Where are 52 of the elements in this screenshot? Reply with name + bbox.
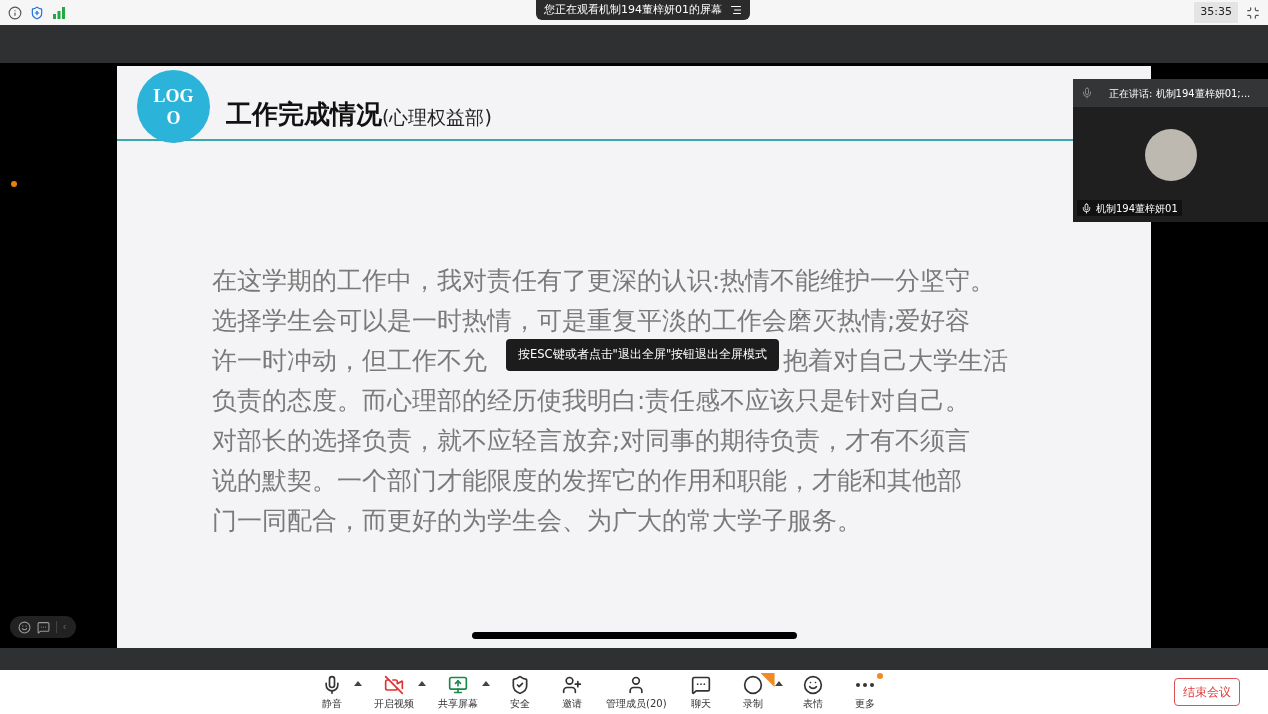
slide-text-line: 负责的态度。而心理部的经历使我明白:责任感不应该只是针对自己。	[212, 384, 971, 417]
avatar	[1144, 129, 1197, 181]
slide-text-line: 许一时冲动，但工作不允	[212, 344, 487, 377]
exit-fullscreen-icon[interactable]	[1246, 5, 1260, 20]
slide-text-line: 在这学期的工作中，我对责任有了更深的认识:热情不能维护一分坚守。	[212, 264, 996, 297]
caret-icon[interactable]	[418, 681, 426, 686]
caret-icon[interactable]	[354, 681, 362, 686]
speaking-label: 正在讲话: 机制194董梓妍01;...	[1109, 86, 1251, 101]
microphone-icon	[1081, 202, 1092, 214]
slide-text-line: 门一同配合，而更好的为学生会、为广大的常大学子服务。	[212, 504, 862, 537]
record-icon	[742, 675, 763, 695]
signal-icon	[52, 6, 66, 19]
slide-text-line: 说的默契。一个部门才能限度的发挥它的作用和职能，才能和其他部	[212, 464, 962, 497]
shield-icon[interactable]	[30, 5, 44, 20]
more-icon	[855, 683, 874, 687]
menu-icon[interactable]	[730, 4, 742, 16]
slide-text-line: 对部长的选择负责，就不应轻言放弃;对同事的期待负责，才有不须言	[212, 424, 971, 457]
tooltip-text: 按ESC键或者点击"退出全屏"按钮退出全屏模式	[518, 346, 768, 364]
toolbar-button[interactable]: 邀请	[550, 673, 594, 711]
info-icon[interactable]	[8, 5, 22, 20]
smiley-icon[interactable]	[18, 620, 31, 634]
meeting-timer: 35:35	[1194, 2, 1238, 23]
toolbar-button[interactable]: 聊天	[678, 673, 723, 711]
person-plus-icon	[562, 675, 582, 695]
toolbar-button[interactable]: 管理成员(20)	[602, 673, 671, 711]
toolbar-button[interactable]: 录制	[730, 673, 775, 711]
microphone-icon	[1081, 87, 1093, 99]
slide-text-line: 选择学生会可以是一时热情，可是重复平淡的工作会磨灭热情;爱好容	[212, 304, 971, 337]
toolbar-button[interactable]: 表情	[790, 673, 835, 711]
slide-subtitle: (心理权益部)	[382, 108, 492, 127]
shield-icon	[510, 675, 530, 695]
end-meeting-button[interactable]: 结束会议	[1174, 678, 1240, 706]
toolbar-button[interactable]: 开启视频	[370, 673, 418, 711]
toolbar-button[interactable]: 更多	[842, 673, 887, 711]
slide-title: 工作完成情况	[226, 101, 382, 127]
toolbar-button[interactable]: 静音	[310, 673, 354, 711]
video-off-icon	[384, 675, 404, 695]
monitor-icon	[448, 675, 468, 695]
smiley-icon	[802, 675, 823, 695]
chat-icon	[690, 675, 711, 695]
scroll-bar[interactable]	[472, 632, 797, 639]
chat-icon[interactable]	[37, 620, 50, 634]
caret-icon[interactable]	[774, 681, 783, 686]
toolbar-button[interactable]: 安全	[498, 673, 542, 711]
caret-icon[interactable]	[482, 681, 490, 686]
slide-text-line: 抱着对自己大学生活	[783, 344, 1008, 377]
sharing-notice-text: 您正在观看机制194董梓妍01的屏幕	[544, 1, 722, 18]
toolbar-button[interactable]: 共享屏幕	[434, 673, 482, 711]
participant-name: 机制194董梓妍01	[1096, 201, 1178, 216]
sharing-notice[interactable]: 您正在观看机制194董梓妍01的屏幕	[536, 0, 750, 20]
microphone-icon	[322, 675, 342, 695]
logo-text: LOG O	[152, 84, 195, 129]
